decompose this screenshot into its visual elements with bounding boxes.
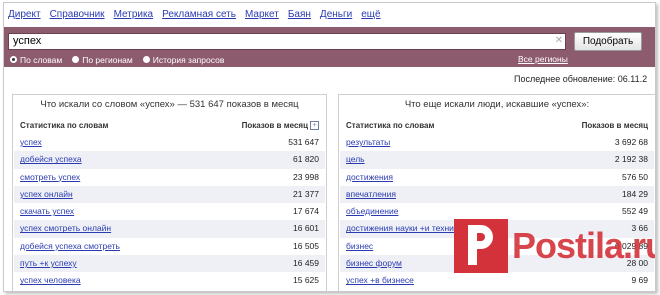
table-row: объединение 552 49 (340, 203, 654, 220)
table-row: добейся успеха 61 820 (14, 151, 325, 169)
table-row: достижения 576 50 (340, 169, 654, 186)
table-header: Статистика по словам Показов в месяц (346, 121, 648, 132)
query-link[interactable]: успех смотреть онлайн (20, 223, 111, 233)
panel-title: Что еще искали люди, искавшие «успех»: (404, 99, 590, 110)
watermark-text: Postila.ru (512, 225, 656, 266)
query-link[interactable]: впечатления (346, 189, 396, 199)
radio-label: По регионам (82, 54, 133, 65)
impressions-count: 184 29 (622, 188, 648, 199)
radio-dot-icon (72, 56, 80, 63)
find-button[interactable]: Подобрать (574, 32, 642, 51)
left-results-panel: Что искали со словом «успех» — 531 647 п… (12, 94, 327, 291)
table-row: цель 2 192 38 (340, 151, 654, 169)
table-row: успех онлайн 21 377 (14, 185, 325, 204)
last-update-text: Последнее обновление: 06.11.2 (514, 74, 648, 84)
impressions-count: 16 601 (293, 223, 319, 234)
query-link[interactable]: объединение (346, 206, 398, 216)
postila-logo-icon (454, 219, 508, 273)
col-count-header: Показов в месяц (581, 121, 648, 130)
nav-link-market[interactable]: Маркет (245, 9, 279, 23)
col-query-header: Статистика по словам (20, 121, 109, 130)
query-link[interactable]: результаты (346, 137, 390, 147)
table-row: путь +к успеху 16 459 (14, 255, 325, 273)
table-row: впечатления 184 29 (340, 185, 654, 204)
query-link[interactable]: скачать успех (20, 206, 74, 216)
all-regions-link[interactable]: Все регионы (518, 54, 568, 64)
table-row: результаты 3 692 68 (340, 134, 654, 151)
nav-link-metrika[interactable]: Метрика (114, 9, 154, 23)
nav-link-spravochnik[interactable]: Справочник (50, 9, 105, 23)
table-row: успех человека 15 625 (14, 272, 325, 289)
query-link[interactable]: смотреть успех (20, 172, 80, 182)
radio-dot-icon (10, 56, 17, 63)
table-row: успех 531 647 (14, 134, 325, 151)
search-input[interactable]: успех (8, 33, 566, 50)
radio-by-regions[interactable]: По регионам (72, 54, 133, 65)
table-row: скачать успех 17 674 (14, 203, 325, 220)
table-row: успех смотреть онлайн 16 601 (14, 220, 325, 238)
plus-icon[interactable]: + (310, 121, 319, 131)
query-link[interactable]: достижения (346, 172, 393, 182)
impressions-count: 17 674 (293, 206, 319, 217)
query-link[interactable]: успех (20, 137, 42, 147)
query-link[interactable]: успех человека (20, 275, 81, 285)
query-link[interactable]: путь +к успеху (20, 258, 77, 268)
impressions-count: 21 377 (293, 188, 319, 199)
query-link[interactable]: успех онлайн (20, 189, 73, 199)
radio-dot-icon (142, 56, 150, 63)
impressions-count: 23 998 (293, 171, 319, 182)
table-header: Статистика по словам Показов в месяц + (20, 121, 319, 132)
query-link[interactable]: успех +в бизнесе (346, 275, 414, 285)
impressions-count: 16 505 (293, 240, 319, 251)
search-mode-radios: По словам По регионам История запросов (10, 54, 234, 65)
impressions-count: 16 459 (293, 258, 319, 269)
query-link[interactable]: цель (346, 154, 365, 164)
impressions-count: 61 820 (293, 154, 319, 165)
impressions-count: 2 192 38 (614, 154, 648, 165)
panel-title: Что искали со словом «успех» — 531 647 п… (40, 99, 299, 110)
radio-label: История запросов (152, 54, 225, 65)
query-link[interactable]: добейся успеха смотреть (20, 241, 120, 251)
impressions-count: 576 50 (622, 171, 648, 182)
radio-label: По словам (20, 54, 63, 65)
query-link[interactable]: бизнес форум (346, 258, 402, 268)
nav-link-dengi[interactable]: Деньги (320, 9, 352, 23)
watermark: Postila.ru (454, 219, 656, 283)
col-count-header: Показов в месяц + (241, 121, 319, 131)
table-row: добейся успеха смотреть 16 505 (14, 238, 325, 255)
impressions-count: 15 625 (293, 275, 319, 286)
nav-link-direct[interactable]: Директ (8, 9, 41, 23)
radio-history[interactable]: История запросов (142, 54, 225, 65)
radio-by-words[interactable]: По словам (10, 54, 62, 65)
impressions-count: 3 692 68 (614, 137, 648, 147)
nav-link-bayan[interactable]: Баян (288, 9, 311, 23)
clear-icon[interactable]: ✕ (553, 35, 565, 47)
col-query-header: Статистика по словам (346, 121, 435, 130)
query-link[interactable]: достижения науки +и техники (346, 223, 462, 233)
nav-link-more[interactable]: ещё (361, 9, 380, 23)
table-row: смотреть успех 23 998 (14, 169, 325, 186)
impressions-count: 531 647 (288, 137, 319, 147)
query-link[interactable]: бизнес (346, 241, 373, 251)
left-rows: успех 531 647 добейся успеха 61 820 смотреть… (14, 134, 325, 290)
top-nav: Директ Справочник Метрика Рекламная сеть… (8, 9, 390, 23)
col-count-label: Показов в месяц (241, 121, 308, 130)
impressions-count: 552 49 (622, 206, 648, 217)
query-link[interactable]: добейся успеха (20, 154, 82, 164)
nav-link-ad-network[interactable]: Рекламная сеть (162, 9, 236, 23)
wordstat-window: Директ Справочник Метрика Рекламная сеть… (3, 2, 656, 292)
